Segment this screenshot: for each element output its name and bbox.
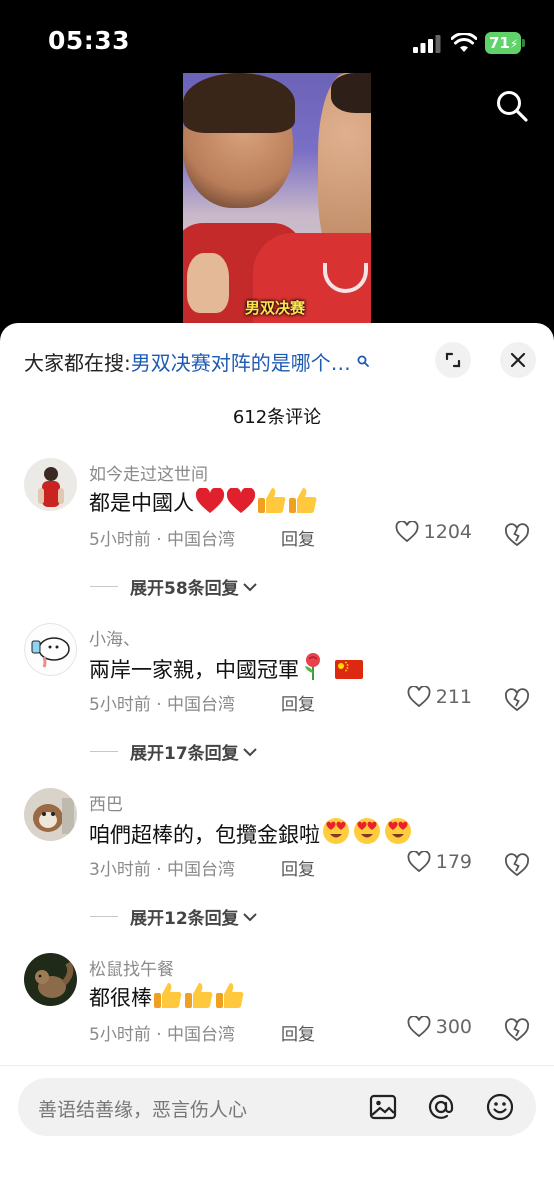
comment-input-placeholder: 善语结善缘，恶言伤人心	[38, 1099, 248, 1121]
avatar[interactable]	[24, 953, 77, 1006]
suggestion-search-icon	[357, 355, 369, 367]
comment-author[interactable]: 小海、	[89, 625, 140, 650]
chevron-down-icon	[242, 582, 257, 591]
comment-item: 如今走过这世间 都是中國人 5小时前 · 中国台湾 回复 1204 展开58条回…	[0, 458, 554, 618]
expand-replies[interactable]: 展开17条回复	[90, 739, 259, 764]
reply-button[interactable]: 回复	[281, 855, 315, 880]
rose-icon	[305, 653, 320, 680]
thumbs-up-icon	[154, 983, 182, 1008]
thumbs-up-icon	[258, 488, 286, 513]
avatar[interactable]	[24, 458, 77, 511]
comment-count: 612条评论	[232, 407, 322, 428]
battery-icon: 71⚡	[485, 32, 525, 54]
battery-level: 71	[489, 34, 510, 52]
emoji-icon[interactable]	[485, 1092, 515, 1122]
comment-author[interactable]: 松鼠找午餐	[89, 955, 174, 980]
comment-author[interactable]: 如今走过这世间	[89, 460, 208, 485]
comment-meta: 5小时前 · 中国台湾	[89, 695, 236, 715]
like-button[interactable]: 1204	[395, 521, 472, 543]
china-flag-icon	[335, 660, 363, 679]
heart-outline-icon	[407, 851, 431, 873]
status-time: 05:33	[48, 26, 131, 55]
comment-text: 都很棒	[89, 981, 245, 1012]
comment-input-bar: 善语结善缘，恶言伤人心	[0, 1065, 554, 1200]
expand-replies[interactable]: 展开58条回复	[90, 574, 259, 599]
wifi-icon	[451, 33, 477, 52]
avatar[interactable]	[24, 623, 77, 676]
comment-text: 咱們超棒的，包攬金銀啦	[89, 816, 413, 849]
cellular-signal-icon	[413, 35, 441, 53]
red-heart-icon	[226, 488, 256, 513]
chevron-down-icon	[242, 912, 257, 921]
avatar[interactable]	[24, 788, 77, 841]
like-button[interactable]: 179	[407, 851, 472, 873]
comment-text: 兩岸一家親，中國冠軍	[89, 651, 364, 684]
red-heart-icon	[195, 488, 225, 513]
like-count: 211	[435, 686, 472, 708]
reply-button[interactable]: 回复	[281, 525, 315, 550]
comment-meta: 5小时前 · 中国台湾	[89, 530, 236, 550]
thumbs-up-icon	[185, 983, 213, 1008]
like-count: 300	[435, 1016, 472, 1038]
close-icon	[510, 352, 526, 368]
chevron-down-icon	[242, 747, 257, 756]
broken-heart-icon[interactable]	[504, 687, 530, 713]
broken-heart-icon[interactable]	[504, 522, 530, 548]
comment-meta: 5小时前 · 中国台湾	[89, 1025, 236, 1045]
thumbs-up-icon	[289, 488, 317, 513]
status-bar: 05:33 71⚡	[0, 0, 554, 80]
search-suggestion[interactable]: 大家都在搜:男双决赛对阵的是哪个…	[24, 347, 369, 376]
heart-outline-icon	[407, 686, 431, 708]
expand-replies[interactable]: 展开12条回复	[90, 904, 259, 929]
heart-eyes-icon	[354, 818, 380, 844]
search-icon[interactable]	[494, 88, 530, 124]
reply-button[interactable]: 回复	[281, 1020, 315, 1045]
comment-meta: 3小时前 · 中国台湾	[89, 860, 236, 880]
like-button[interactable]: 211	[407, 686, 472, 708]
expand-icon	[445, 352, 461, 368]
mention-icon[interactable]	[426, 1092, 456, 1122]
like-count: 1204	[423, 521, 472, 543]
broken-heart-icon[interactable]	[504, 852, 530, 878]
expand-sheet-button[interactable]	[435, 342, 471, 378]
comment-item: 小海、 兩岸一家親，中國冠軍 5小时前 · 中国台湾 回复 211 展开17条回…	[0, 623, 554, 783]
reply-button[interactable]: 回复	[281, 690, 315, 715]
suggestion-query[interactable]: 男双决赛对阵的是哪个…	[131, 351, 351, 375]
heart-eyes-icon	[385, 818, 411, 844]
comment-text: 都是中國人	[89, 486, 318, 517]
comment-sheet: 大家都在搜:男双决赛对阵的是哪个… 612条评论 如今走过这世间 都是中國人 5…	[0, 323, 554, 1200]
like-count: 179	[435, 851, 472, 873]
image-icon[interactable]	[368, 1092, 398, 1122]
suggestion-prefix: 大家都在搜:	[24, 351, 131, 375]
comment-author[interactable]: 西巴	[89, 790, 123, 815]
comment-item: 西巴 咱們超棒的，包攬金銀啦 3小时前 · 中国台湾 回复 179 展开12条回…	[0, 788, 554, 948]
broken-heart-icon[interactable]	[504, 1017, 530, 1043]
heart-outline-icon	[395, 521, 419, 543]
heart-outline-icon	[407, 1016, 431, 1038]
like-button[interactable]: 300	[407, 1016, 472, 1038]
heart-eyes-icon	[323, 818, 349, 844]
video-player[interactable]: 男双决赛	[183, 73, 371, 333]
comment-input[interactable]: 善语结善缘，恶言伤人心	[18, 1078, 536, 1136]
thumbs-up-icon	[216, 983, 244, 1008]
close-button[interactable]	[500, 342, 536, 378]
video-caption: 男双决赛	[245, 299, 306, 317]
